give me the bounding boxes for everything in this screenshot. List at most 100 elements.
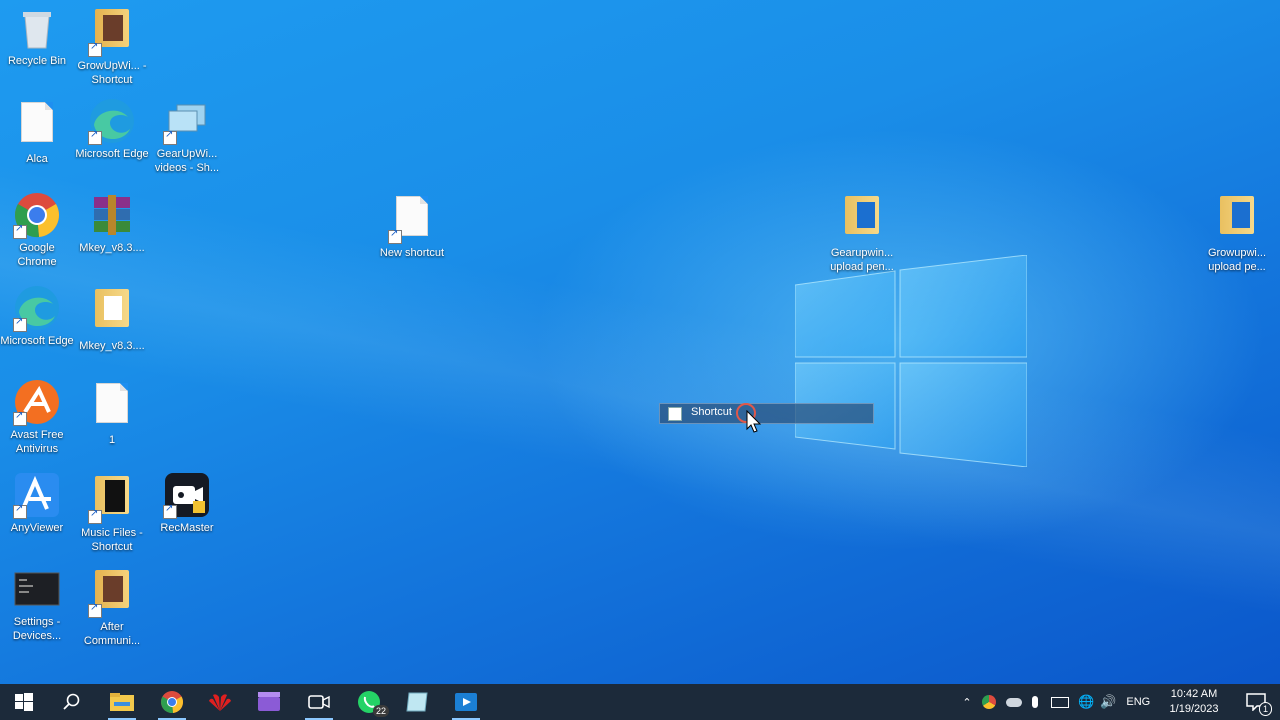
drag-label: Shortcut (691, 406, 732, 418)
taskbar-whatsapp[interactable]: 22 (347, 684, 391, 720)
shortcut-arrow-icon (88, 602, 102, 618)
shortcut-arrow-icon (13, 410, 27, 426)
taskbar: 22 ⌃ 🌐 🔊 ENG 10:42 AM 1/19/2023 1 (0, 684, 1280, 720)
search-button[interactable] (50, 684, 94, 720)
shortcut-arrow-icon (13, 316, 27, 332)
cloud-icon[interactable] (1006, 697, 1022, 707)
start-button[interactable] (2, 684, 46, 720)
clock[interactable]: 10:42 AM 1/19/2023 (1160, 687, 1228, 717)
recycle-bin-icon (13, 4, 61, 52)
globe-icon[interactable]: 🌐 (1078, 695, 1094, 710)
shortcut-arrow-icon (163, 503, 177, 519)
desktop-icon-music-files[interactable]: Music Files - Shortcut (75, 471, 149, 554)
document-icon (13, 102, 61, 150)
folder-icon (1213, 196, 1261, 244)
desktop-icon-after-communi[interactable]: After Communi... (75, 565, 149, 648)
notepad-icon (406, 692, 428, 712)
taskbar-notepad-app[interactable] (395, 684, 439, 720)
shortcut-arrow-icon (388, 228, 402, 244)
desktop-icon-label: RecMaster (160, 522, 214, 534)
edge-icon (13, 284, 61, 332)
desktop-icon-google-chrome[interactable]: Google Chrome (0, 191, 74, 269)
desktop-icon-label: GearUpWi... videos - Sh... (154, 148, 220, 174)
taskbar-file-explorer[interactable] (100, 684, 144, 720)
desktop-icon-avast[interactable]: Avast Free Antivirus (0, 378, 74, 456)
folder-icon (88, 289, 136, 337)
folder-icon (838, 196, 886, 244)
desktop-icon-new-shortcut[interactable]: New shortcut (375, 191, 449, 260)
folder-icon (88, 9, 136, 57)
taskbar-huawei[interactable] (198, 684, 242, 720)
desktop-icon-mkey-archive[interactable]: Mkey_v8.3.... (75, 191, 149, 255)
desktop-icon-microsoft-edge-2[interactable]: Microsoft Edge (0, 284, 74, 348)
desktop-icon-growupwi-upload[interactable]: Growupwi... upload pe... (1200, 191, 1274, 274)
desktop-icon-label: GrowUpWi... - Shortcut (77, 60, 147, 86)
shortcut-arrow-icon (88, 508, 102, 524)
desktop-icon-label: AnyViewer (10, 522, 64, 534)
chrome-tray-icon[interactable] (982, 695, 996, 709)
volume-icon[interactable]: 🔊 (1100, 695, 1116, 710)
file-explorer-icon (110, 693, 134, 711)
desktop-icon-label: After Communi... (83, 621, 141, 647)
desktop-icon-gearupwin-upload[interactable]: Gearupwin... upload pen... (825, 191, 899, 274)
desktop-icon-label: Microsoft Edge (0, 335, 74, 347)
desktop-icon-label: Music Files - Shortcut (81, 527, 143, 553)
desktop-icon-settings-devices[interactable]: Settings - Devices... (0, 565, 74, 643)
desktop-icon-label: 1 (108, 434, 116, 446)
desktop-icon-label: New shortcut (379, 247, 445, 259)
recmaster-icon (163, 471, 211, 519)
settings-window-icon (13, 565, 61, 613)
desktop-icon-mkey-folder[interactable]: Mkey_v8.3.... (75, 284, 149, 353)
desktop-icon-label: Microsoft Edge (75, 148, 149, 160)
desktop-icon-recmaster[interactable]: RecMaster (150, 471, 224, 535)
document-icon (388, 196, 436, 244)
chrome-icon (160, 691, 184, 714)
edge-icon (88, 97, 136, 145)
windows-start-icon (15, 693, 33, 711)
shortcut-arrow-icon (88, 129, 102, 145)
anyviewer-icon (13, 471, 61, 519)
desktop-icon-label: Google Chrome (17, 242, 57, 268)
notification-center-button[interactable]: 1 (1234, 684, 1278, 720)
notification-count-badge: 1 (1258, 702, 1272, 716)
windows-logo-wallpaper (795, 255, 1027, 467)
shortcut-arrow-icon (88, 41, 102, 57)
battery-icon[interactable] (1051, 696, 1069, 708)
shortcut-arrow-icon (13, 503, 27, 519)
desktop-icon-label: Growupwi... upload pe... (1207, 247, 1267, 273)
desktop-icon-label: Recycle Bin (7, 55, 67, 67)
network-computer-icon (163, 97, 211, 145)
taskbar-video-editor[interactable] (247, 684, 291, 720)
folder-icon (88, 476, 136, 524)
desktop-icon-anyviewer[interactable]: AnyViewer (0, 471, 74, 535)
huawei-icon (209, 694, 231, 711)
clock-date: 1/19/2023 (1169, 703, 1219, 715)
mouse-cursor-icon (746, 410, 762, 433)
desktop-icon-label: Avast Free Antivirus (10, 429, 64, 455)
clock-time: 10:42 AM (1170, 688, 1218, 700)
taskbar-chrome[interactable] (150, 684, 194, 720)
taskbar-zoom[interactable] (297, 684, 341, 720)
document-icon (88, 383, 136, 431)
shortcut-arrow-icon (163, 129, 177, 145)
folder-icon (88, 570, 136, 618)
desktop-icon-gearupwi-videos[interactable]: GearUpWi... videos - Sh... (150, 97, 224, 175)
microphone-icon[interactable] (1032, 696, 1038, 708)
desktop-icon-recycle-bin[interactable]: Recycle Bin (0, 4, 74, 68)
search-icon (63, 693, 80, 710)
language-indicator[interactable]: ENG (1126, 696, 1150, 708)
avast-icon (13, 378, 61, 426)
desktop-icon-label: Gearupwin... upload pen... (830, 247, 894, 273)
drag-preview-shortcut: Shortcut (659, 403, 874, 424)
clapperboard-icon (258, 692, 280, 711)
desktop-icon-growupwi-shortcut[interactable]: GrowUpWi... - Shortcut (75, 4, 149, 87)
chrome-icon (13, 191, 61, 239)
desktop-icon-microsoft-edge[interactable]: Microsoft Edge (75, 97, 149, 161)
shortcut-icon (668, 407, 682, 421)
desktop-icon-file-1[interactable]: 1 (75, 378, 149, 447)
desktop-icon-label: Alca (26, 153, 48, 165)
video-camera-icon (308, 695, 330, 709)
desktop-icon-alca[interactable]: Alca (0, 97, 74, 166)
taskbar-media-player[interactable] (444, 684, 488, 720)
chevron-up-icon[interactable]: ⌃ (958, 696, 976, 709)
